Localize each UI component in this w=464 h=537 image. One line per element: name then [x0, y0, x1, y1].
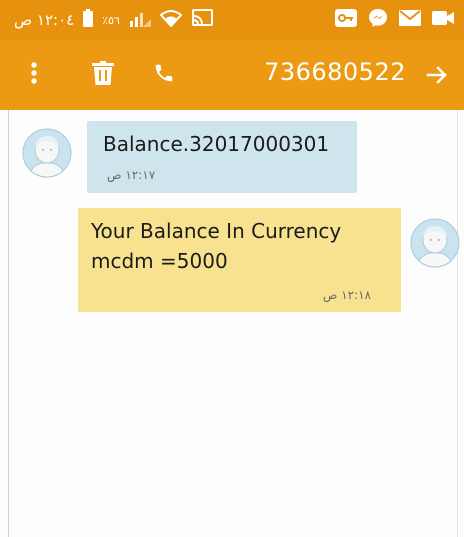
message-text-line-1: Your Balance In Currency	[91, 219, 342, 243]
contact-phone-number: 736680522	[264, 58, 406, 86]
message-bubble-incoming[interactable]: Balance.32017000301 ١٢:١٧ ص	[87, 121, 357, 193]
messenger-icon	[368, 8, 388, 32]
key-icon	[335, 9, 357, 31]
message-time: ١٢:١٧ ص	[107, 168, 156, 182]
wifi-icon	[159, 9, 183, 31]
message-time: ١٢:١٨ ص	[322, 288, 371, 302]
email-icon	[399, 10, 421, 30]
status-time: ١٢:٠٤ ص	[14, 11, 75, 29]
more-vert-icon	[30, 61, 38, 89]
message-text: Balance.32017000301	[103, 132, 330, 156]
trash-icon	[92, 61, 114, 89]
phone-icon	[153, 61, 175, 89]
cast-icon	[191, 9, 213, 31]
delete-button[interactable]	[92, 60, 114, 90]
thread-left-edge	[8, 110, 9, 537]
arrow-right-icon	[426, 64, 448, 90]
app-bar: 736680522	[0, 40, 464, 110]
message-bubble-outgoing[interactable]: Your Balance In Currency mcdm =5000 ١٢:١…	[78, 208, 401, 312]
my-avatar[interactable]	[410, 218, 460, 268]
signal-icon	[129, 9, 151, 31]
status-bar: ١٢:٠٤ ص ٪٥٦	[0, 0, 464, 40]
thread-right-edge	[457, 110, 458, 537]
avatar-icon	[22, 128, 72, 178]
status-right	[335, 8, 454, 32]
contact-avatar[interactable]	[22, 128, 72, 178]
avatar-icon	[410, 218, 460, 268]
video-icon	[432, 10, 454, 30]
battery-icon	[83, 9, 94, 31]
more-options-button[interactable]	[30, 60, 38, 90]
message-text-line-2: mcdm =5000	[91, 249, 228, 273]
call-button[interactable]	[153, 60, 175, 90]
status-left: ١٢:٠٤ ص ٪٥٦	[14, 9, 213, 31]
battery-percent: ٪٥٦	[102, 13, 120, 27]
back-button[interactable]	[426, 62, 448, 92]
